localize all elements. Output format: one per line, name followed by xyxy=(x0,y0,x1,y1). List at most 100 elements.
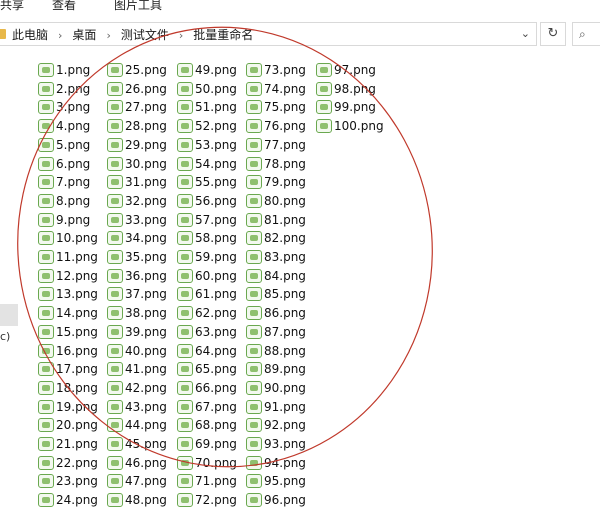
file-item[interactable]: 1.png xyxy=(38,62,90,78)
file-item[interactable]: 76.png xyxy=(246,118,306,134)
file-item[interactable]: 12.png xyxy=(38,268,98,284)
file-item[interactable]: 15.png xyxy=(38,324,98,340)
file-item[interactable]: 30.png xyxy=(107,156,167,172)
file-item[interactable]: 47.png xyxy=(107,473,167,489)
file-item[interactable]: 33.png xyxy=(107,212,167,228)
file-item[interactable]: 96.png xyxy=(246,492,306,508)
file-item[interactable]: 31.png xyxy=(107,174,167,190)
file-item[interactable]: 2.png xyxy=(38,81,90,97)
file-item[interactable]: 6.png xyxy=(38,156,90,172)
file-item[interactable]: 45.png xyxy=(107,436,167,452)
file-item[interactable]: 25.png xyxy=(107,62,167,78)
file-item[interactable]: 40.png xyxy=(107,343,167,359)
file-item[interactable]: 20.png xyxy=(38,417,98,433)
file-item[interactable]: 95.png xyxy=(246,473,306,489)
file-item[interactable]: 7.png xyxy=(38,174,90,190)
file-item[interactable]: 73.png xyxy=(246,62,306,78)
file-item[interactable]: 80.png xyxy=(246,193,306,209)
file-item[interactable]: 14.png xyxy=(38,305,98,321)
file-item[interactable]: 11.png xyxy=(38,249,98,265)
file-item[interactable]: 36.png xyxy=(107,268,167,284)
file-item[interactable]: 13.png xyxy=(38,286,98,302)
file-item[interactable]: 89.png xyxy=(246,361,306,377)
file-item[interactable]: 55.png xyxy=(177,174,237,190)
file-item[interactable]: 66.png xyxy=(177,380,237,396)
file-item[interactable]: 49.png xyxy=(177,62,237,78)
file-item[interactable]: 82.png xyxy=(246,230,306,246)
file-item[interactable]: 79.png xyxy=(246,174,306,190)
file-item[interactable]: 98.png xyxy=(316,81,376,97)
file-item[interactable]: 94.png xyxy=(246,455,306,471)
file-item[interactable]: 26.png xyxy=(107,81,167,97)
file-item[interactable]: 65.png xyxy=(177,361,237,377)
file-item[interactable]: 61.png xyxy=(177,286,237,302)
file-item[interactable]: 62.png xyxy=(177,305,237,321)
file-item[interactable]: 87.png xyxy=(246,324,306,340)
file-item[interactable]: 17.png xyxy=(38,361,98,377)
file-item[interactable]: 77.png xyxy=(246,137,306,153)
file-item[interactable]: 86.png xyxy=(246,305,306,321)
file-item[interactable]: 92.png xyxy=(246,417,306,433)
file-item[interactable]: 69.png xyxy=(177,436,237,452)
file-item[interactable]: 23.png xyxy=(38,473,98,489)
file-item[interactable]: 48.png xyxy=(107,492,167,508)
file-item[interactable]: 100.png xyxy=(316,118,384,134)
file-item[interactable]: 88.png xyxy=(246,343,306,359)
file-item[interactable]: 63.png xyxy=(177,324,237,340)
file-item[interactable]: 54.png xyxy=(177,156,237,172)
file-item[interactable]: 18.png xyxy=(38,380,98,396)
file-item[interactable]: 42.png xyxy=(107,380,167,396)
file-item[interactable]: 70.png xyxy=(177,455,237,471)
file-item[interactable]: 46.png xyxy=(107,455,167,471)
file-item[interactable]: 52.png xyxy=(177,118,237,134)
file-item[interactable]: 41.png xyxy=(107,361,167,377)
file-item[interactable]: 74.png xyxy=(246,81,306,97)
file-item[interactable]: 39.png xyxy=(107,324,167,340)
file-item[interactable]: 84.png xyxy=(246,268,306,284)
file-item[interactable]: 57.png xyxy=(177,212,237,228)
file-item[interactable]: 5.png xyxy=(38,137,90,153)
file-item[interactable]: 51.png xyxy=(177,99,237,115)
file-item[interactable]: 78.png xyxy=(246,156,306,172)
file-item[interactable]: 71.png xyxy=(177,473,237,489)
file-item[interactable]: 90.png xyxy=(246,380,306,396)
file-item[interactable]: 67.png xyxy=(177,399,237,415)
file-item[interactable]: 34.png xyxy=(107,230,167,246)
file-item[interactable]: 81.png xyxy=(246,212,306,228)
file-item[interactable]: 24.png xyxy=(38,492,98,508)
file-item[interactable]: 38.png xyxy=(107,305,167,321)
file-item[interactable]: 97.png xyxy=(316,62,376,78)
file-item[interactable]: 68.png xyxy=(177,417,237,433)
file-item[interactable]: 22.png xyxy=(38,455,98,471)
file-item[interactable]: 58.png xyxy=(177,230,237,246)
file-item[interactable]: 64.png xyxy=(177,343,237,359)
file-item[interactable]: 91.png xyxy=(246,399,306,415)
file-item[interactable]: 99.png xyxy=(316,99,376,115)
file-item[interactable]: 93.png xyxy=(246,436,306,452)
file-item[interactable]: 28.png xyxy=(107,118,167,134)
file-item[interactable]: 72.png xyxy=(177,492,237,508)
file-item[interactable]: 3.png xyxy=(38,99,90,115)
file-item[interactable]: 19.png xyxy=(38,399,98,415)
file-item[interactable]: 29.png xyxy=(107,137,167,153)
file-item[interactable]: 16.png xyxy=(38,343,98,359)
file-item[interactable]: 27.png xyxy=(107,99,167,115)
file-item[interactable]: 83.png xyxy=(246,249,306,265)
file-item[interactable]: 43.png xyxy=(107,399,167,415)
file-item[interactable]: 50.png xyxy=(177,81,237,97)
file-item[interactable]: 75.png xyxy=(246,99,306,115)
file-item[interactable]: 32.png xyxy=(107,193,167,209)
file-item[interactable]: 53.png xyxy=(177,137,237,153)
file-item[interactable]: 56.png xyxy=(177,193,237,209)
file-item[interactable]: 21.png xyxy=(38,436,98,452)
file-item[interactable]: 85.png xyxy=(246,286,306,302)
file-item[interactable]: 44.png xyxy=(107,417,167,433)
file-item[interactable]: 60.png xyxy=(177,268,237,284)
file-item[interactable]: 9.png xyxy=(38,212,90,228)
file-item[interactable]: 4.png xyxy=(38,118,90,134)
file-item[interactable]: 8.png xyxy=(38,193,90,209)
file-item[interactable]: 37.png xyxy=(107,286,167,302)
file-item[interactable]: 10.png xyxy=(38,230,98,246)
file-item[interactable]: 59.png xyxy=(177,249,237,265)
file-item[interactable]: 35.png xyxy=(107,249,167,265)
